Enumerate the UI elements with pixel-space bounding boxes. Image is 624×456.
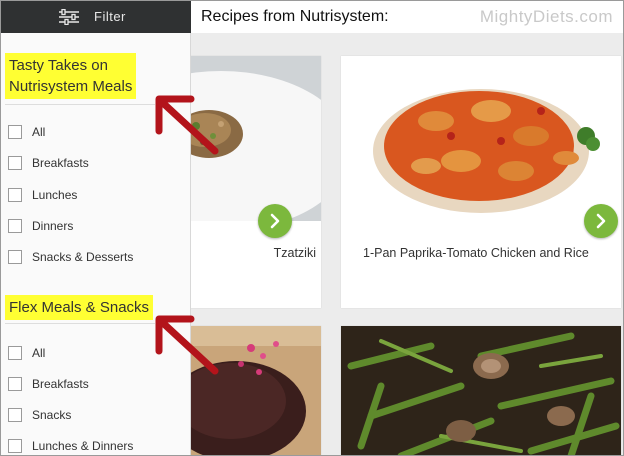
checkbox[interactable] [8, 219, 22, 233]
divider [5, 104, 155, 105]
filter-option-dinners[interactable]: Dinners [8, 217, 73, 235]
chevron-right-icon [270, 213, 280, 229]
checkbox[interactable] [8, 377, 22, 391]
page-title: Recipes from Nutrisystem: [201, 8, 389, 25]
checkbox[interactable] [8, 125, 22, 139]
sliders-icon [59, 9, 79, 25]
option-label: All [32, 346, 46, 360]
filter-label: Filter [94, 9, 126, 24]
section-heading-line: Flex Meals & Snacks [9, 299, 150, 316]
section-heading-tasty-takes: Tasty Takes on Nutrisystem Meals [5, 53, 137, 99]
option-label: Snacks [32, 408, 72, 422]
chevron-right-icon [596, 213, 606, 229]
filter-option-flex-breakfasts[interactable]: Breakfasts [8, 375, 89, 393]
filter-option-breakfasts[interactable]: Breakfasts [8, 154, 89, 172]
watermark: MightyDiets.com [479, 7, 613, 26]
filter-sidebar: Tasty Takes on Nutrisystem Meals All Bre… [1, 33, 191, 455]
recipe-card-paprika-chicken[interactable]: 1-Pan Paprika-Tomato Chicken and Rice [341, 56, 621, 308]
option-label: Breakfasts [32, 377, 89, 391]
filter-option-flex-lunches-dinners[interactable]: Lunches & Dinners [8, 437, 133, 455]
checkbox[interactable] [8, 439, 22, 453]
option-label: Dinners [32, 219, 74, 233]
divider [5, 323, 155, 324]
option-label: Lunches & Dinners [32, 439, 134, 453]
open-recipe-button[interactable] [584, 204, 618, 238]
checkbox[interactable] [8, 188, 22, 202]
checkbox[interactable] [8, 250, 22, 264]
option-label: Snacks & Desserts [32, 250, 134, 264]
filter-option-flex-snacks[interactable]: Snacks [8, 406, 71, 424]
option-label: Breakfasts [32, 156, 89, 170]
screenshot-frame: Filter Recipes from Nutrisystem: MightyD… [0, 0, 624, 456]
section-heading-line: Nutrisystem Meals [9, 78, 133, 95]
open-recipe-button[interactable] [258, 204, 292, 238]
recipe-caption[interactable]: 1-Pan Paprika-Tomato Chicken and Rice [363, 246, 613, 260]
section-heading-line: Tasty Takes on [9, 57, 108, 74]
filter-option-snacks-desserts[interactable]: Snacks & Desserts [8, 248, 133, 266]
filter-option-lunches[interactable]: Lunches [8, 186, 77, 204]
recipe-image [341, 326, 621, 455]
recipe-card-green-beans[interactable] [341, 326, 621, 455]
checkbox[interactable] [8, 346, 22, 360]
filter-option-all[interactable]: All [8, 123, 45, 141]
option-label: Lunches [32, 188, 78, 202]
option-label: All [32, 125, 46, 139]
checkbox[interactable] [8, 156, 22, 170]
filter-toggle[interactable]: Filter [1, 1, 191, 33]
page-header: Recipes from Nutrisystem: MightyDiets.co… [191, 1, 623, 33]
section-heading-flex-meals: Flex Meals & Snacks [5, 295, 154, 320]
filter-option-flex-all[interactable]: All [8, 344, 45, 362]
checkbox[interactable] [8, 408, 22, 422]
recipe-image [341, 56, 621, 221]
